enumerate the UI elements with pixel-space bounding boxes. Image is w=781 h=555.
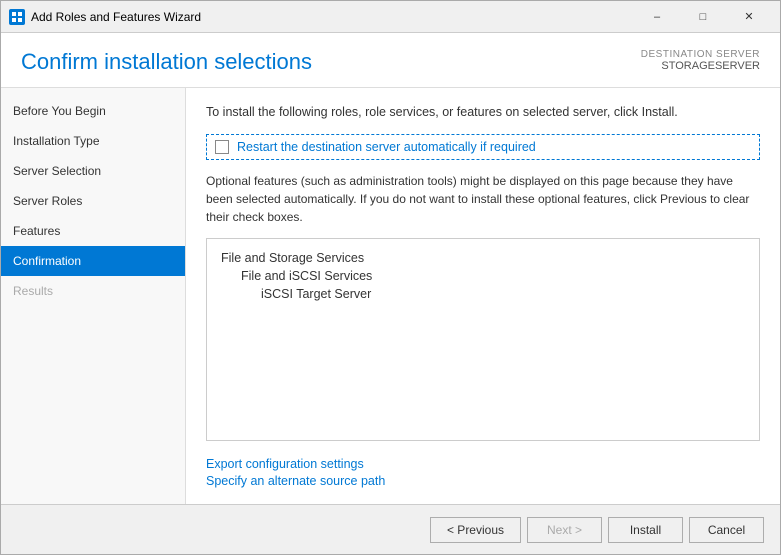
main-content: To install the following roles, role ser…: [186, 88, 780, 504]
app-icon: [9, 9, 25, 25]
wizard-body: Before You Begin Installation Type Serve…: [1, 88, 780, 504]
sidebar-item-features[interactable]: Features: [1, 216, 185, 246]
sidebar: Before You Begin Installation Type Serve…: [1, 88, 186, 504]
window-title: Add Roles and Features Wizard: [31, 10, 634, 24]
minimize-button[interactable]: –: [634, 7, 680, 27]
restart-checkbox[interactable]: [215, 140, 229, 154]
cancel-button[interactable]: Cancel: [689, 517, 764, 543]
sidebar-item-server-roles[interactable]: Server Roles: [1, 186, 185, 216]
page-title: Confirm installation selections: [21, 49, 312, 75]
optional-text: Optional features (such as administratio…: [206, 172, 760, 226]
sidebar-item-installation-type[interactable]: Installation Type: [1, 126, 185, 156]
window-controls: – □ ✕: [634, 7, 772, 27]
intro-text: To install the following roles, role ser…: [206, 104, 760, 122]
restart-checkbox-row[interactable]: Restart the destination server automatic…: [206, 134, 760, 160]
install-button[interactable]: Install: [608, 517, 683, 543]
maximize-button[interactable]: □: [680, 7, 726, 27]
export-config-link[interactable]: Export configuration settings: [206, 457, 760, 471]
feature-item-2: iSCSI Target Server: [221, 285, 745, 303]
page-header: Confirm installation selections DESTINAT…: [1, 33, 780, 88]
feature-item-0: File and Storage Services: [221, 249, 745, 267]
previous-button[interactable]: < Previous: [430, 517, 521, 543]
feature-item-1: File and iSCSI Services: [221, 267, 745, 285]
sidebar-item-before-you-begin[interactable]: Before You Begin: [1, 96, 185, 126]
links-section: Export configuration settings Specify an…: [206, 457, 760, 488]
destination-server-info: DESTINATION SERVER STORAGESERVER: [641, 49, 760, 72]
close-button[interactable]: ✕: [726, 7, 772, 27]
titlebar: Add Roles and Features Wizard – □ ✕: [1, 1, 780, 33]
next-button[interactable]: Next >: [527, 517, 602, 543]
destination-label: DESTINATION SERVER: [641, 49, 760, 60]
destination-name: STORAGESERVER: [641, 60, 760, 72]
features-box: File and Storage Services File and iSCSI…: [206, 238, 760, 442]
restart-label[interactable]: Restart the destination server automatic…: [237, 140, 536, 154]
footer: < Previous Next > Install Cancel: [1, 504, 780, 554]
sidebar-item-results: Results: [1, 276, 185, 306]
sidebar-item-server-selection[interactable]: Server Selection: [1, 156, 185, 186]
sidebar-item-confirmation[interactable]: Confirmation: [1, 246, 185, 276]
wizard-window: Add Roles and Features Wizard – □ ✕ Conf…: [0, 0, 781, 555]
alternate-source-link[interactable]: Specify an alternate source path: [206, 474, 760, 488]
